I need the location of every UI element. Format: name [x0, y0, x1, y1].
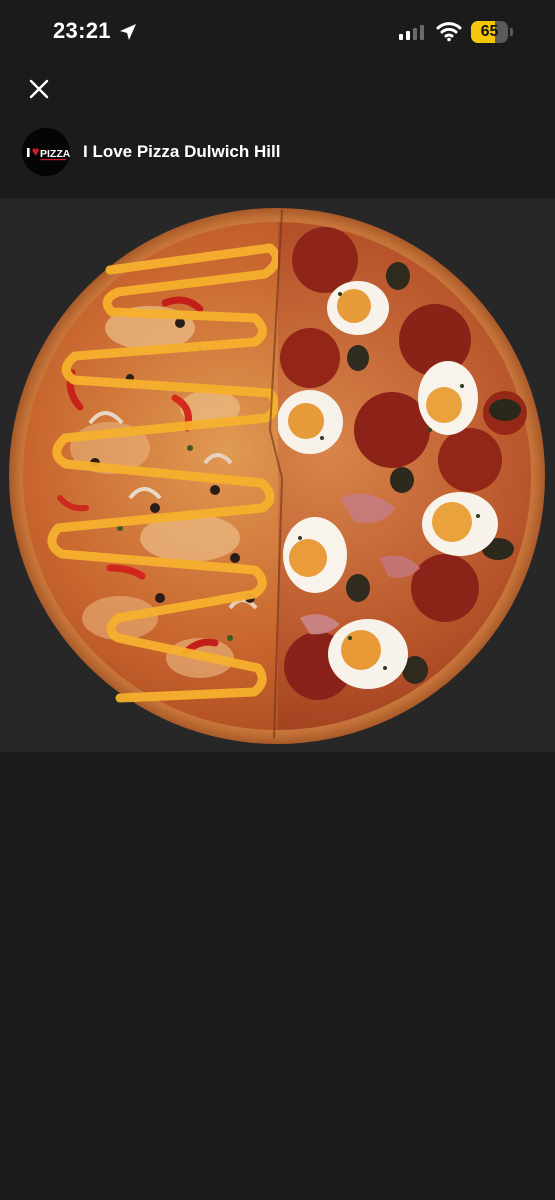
svg-text:PIZZA: PIZZA	[40, 148, 70, 160]
location-arrow-icon	[118, 22, 138, 42]
pizza-logo: PIZZA	[22, 128, 70, 176]
battery-level: 65	[480, 23, 499, 40]
close-icon	[29, 79, 49, 99]
wifi-icon	[436, 20, 462, 42]
store-avatar[interactable]: PIZZA	[22, 128, 70, 176]
store-header: PIZZA I Love Pizza Dulwich Hill	[0, 124, 555, 182]
battery-body: 65	[471, 21, 508, 43]
battery-cap	[510, 28, 513, 36]
pizza-photo	[0, 198, 555, 752]
empty-content-area	[0, 752, 555, 1200]
pizza-image	[0, 198, 555, 752]
cellular-signal-icon	[398, 23, 428, 43]
close-button[interactable]	[20, 70, 58, 108]
store-name[interactable]: I Love Pizza Dulwich Hill	[83, 142, 280, 162]
status-time: 23:21	[53, 18, 111, 43]
battery-icon: 65	[471, 21, 513, 43]
status-bar: 23:21 65	[0, 0, 555, 64]
